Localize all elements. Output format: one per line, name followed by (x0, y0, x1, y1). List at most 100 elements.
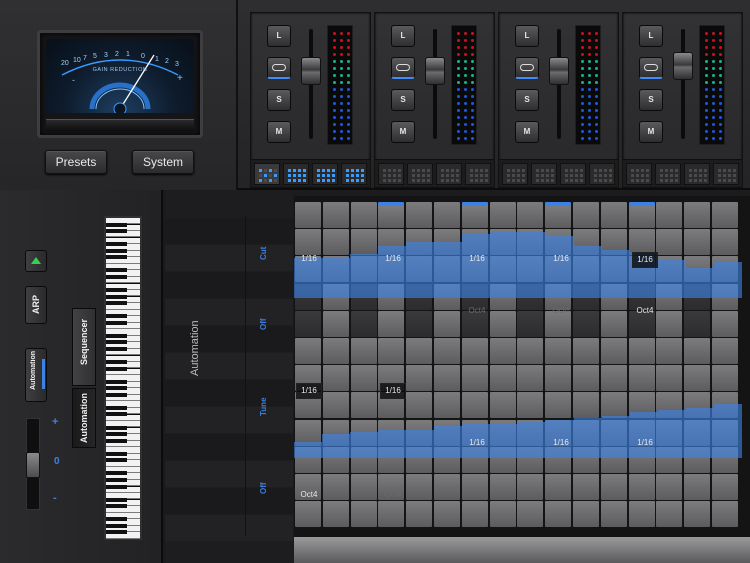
left-button[interactable]: L (515, 25, 539, 47)
step-cell[interactable] (461, 392, 488, 419)
step-cell[interactable] (489, 501, 516, 528)
step-cell[interactable] (628, 501, 655, 528)
volume-fader[interactable] (673, 52, 693, 80)
step-cell[interactable] (600, 392, 627, 419)
step-cell[interactable] (684, 501, 711, 528)
black-key[interactable] (106, 248, 127, 253)
lane-param-label[interactable]: Cut (259, 247, 268, 260)
step-cell[interactable] (712, 338, 738, 364)
step-cell[interactable] (489, 310, 516, 337)
black-key[interactable] (106, 458, 127, 463)
step-cell[interactable] (489, 338, 516, 364)
step-cell[interactable] (406, 365, 433, 392)
pattern-tab[interactable] (341, 163, 367, 185)
step-cell[interactable] (378, 338, 405, 364)
step-cell[interactable] (350, 501, 377, 528)
step-cell[interactable] (684, 310, 711, 337)
link-button[interactable] (639, 57, 663, 79)
black-key[interactable] (106, 425, 127, 430)
step-cell[interactable] (322, 365, 349, 392)
step-cell[interactable] (656, 202, 683, 228)
black-key[interactable] (106, 366, 127, 371)
step-cell[interactable] (656, 310, 683, 337)
step-cell[interactable] (712, 501, 738, 528)
step-cell[interactable] (656, 501, 683, 528)
black-key[interactable] (106, 229, 127, 234)
step-cell[interactable] (322, 310, 349, 337)
step-cell[interactable] (545, 365, 572, 392)
black-key[interactable] (106, 340, 127, 345)
step-cell[interactable] (295, 501, 321, 528)
step-cell[interactable] (322, 202, 349, 228)
octave-selector[interactable]: + 0 - (26, 416, 66, 510)
step-cell[interactable] (350, 229, 377, 256)
step-cell[interactable] (322, 501, 349, 528)
step-cell[interactable] (350, 202, 377, 228)
step-cell[interactable] (684, 474, 711, 500)
volume-fader[interactable] (425, 57, 445, 85)
step-cell[interactable] (322, 392, 349, 419)
step-cell[interactable] (434, 202, 460, 228)
step-cell[interactable] (350, 365, 377, 392)
black-key[interactable] (106, 333, 127, 338)
step-cell[interactable] (350, 392, 377, 419)
black-key[interactable] (106, 484, 127, 489)
step-cell[interactable] (406, 392, 433, 419)
black-key[interactable] (106, 504, 127, 509)
step-cell[interactable] (322, 474, 349, 500)
step-cell[interactable] (378, 501, 405, 528)
black-key[interactable] (106, 268, 127, 273)
black-key[interactable] (106, 288, 127, 292)
arp-button[interactable]: ARP (25, 286, 47, 324)
black-key[interactable] (106, 346, 127, 351)
pattern-tab[interactable] (684, 163, 710, 185)
black-key[interactable] (106, 386, 127, 391)
step-cell[interactable] (712, 229, 738, 256)
step-cell[interactable] (434, 338, 460, 364)
left-button[interactable]: L (639, 25, 663, 47)
step-cell[interactable] (406, 202, 433, 228)
step-cell[interactable] (600, 202, 627, 228)
step-cell[interactable] (628, 338, 655, 364)
step-cell[interactable] (350, 474, 377, 500)
presets-button[interactable]: Presets (45, 150, 107, 174)
pattern-tab[interactable] (378, 163, 404, 185)
octave-up-button[interactable] (25, 250, 47, 272)
step-cell[interactable] (406, 474, 433, 500)
step-cell[interactable] (545, 501, 572, 528)
step-cell[interactable] (378, 310, 405, 337)
black-key[interactable] (106, 379, 127, 384)
step-cell[interactable] (434, 501, 460, 528)
left-button[interactable]: L (267, 25, 291, 47)
step-cell[interactable] (517, 501, 544, 528)
automation-button[interactable]: Automation (25, 348, 47, 402)
black-key[interactable] (106, 405, 127, 410)
octave-slider-handle[interactable] (26, 452, 40, 478)
step-cell[interactable] (406, 338, 433, 364)
step-cell[interactable] (628, 202, 655, 228)
pattern-tab[interactable] (407, 163, 433, 185)
black-key[interactable] (106, 412, 127, 417)
pattern-tab[interactable] (626, 163, 652, 185)
step-cell[interactable] (517, 392, 544, 419)
step-cell[interactable] (461, 501, 488, 528)
solo-button[interactable]: S (267, 89, 291, 111)
black-key[interactable] (106, 432, 127, 437)
pattern-tab[interactable] (254, 163, 280, 185)
black-key[interactable] (106, 242, 127, 247)
step-cell[interactable] (517, 338, 544, 364)
step-cell[interactable] (517, 474, 544, 500)
step-cell[interactable] (656, 338, 683, 364)
step-cell[interactable] (378, 202, 405, 228)
pattern-tab[interactable] (502, 163, 528, 185)
mute-button[interactable]: M (391, 121, 415, 143)
step-cell[interactable] (461, 365, 488, 392)
volume-fader[interactable] (549, 57, 569, 85)
step-cell[interactable] (322, 229, 349, 256)
step-cell[interactable] (517, 202, 544, 228)
tab-automation[interactable]: Automation (72, 388, 96, 448)
black-key[interactable] (106, 438, 127, 443)
pattern-tab[interactable] (312, 163, 338, 185)
solo-button[interactable]: S (391, 89, 415, 111)
step-cell[interactable] (600, 310, 627, 337)
